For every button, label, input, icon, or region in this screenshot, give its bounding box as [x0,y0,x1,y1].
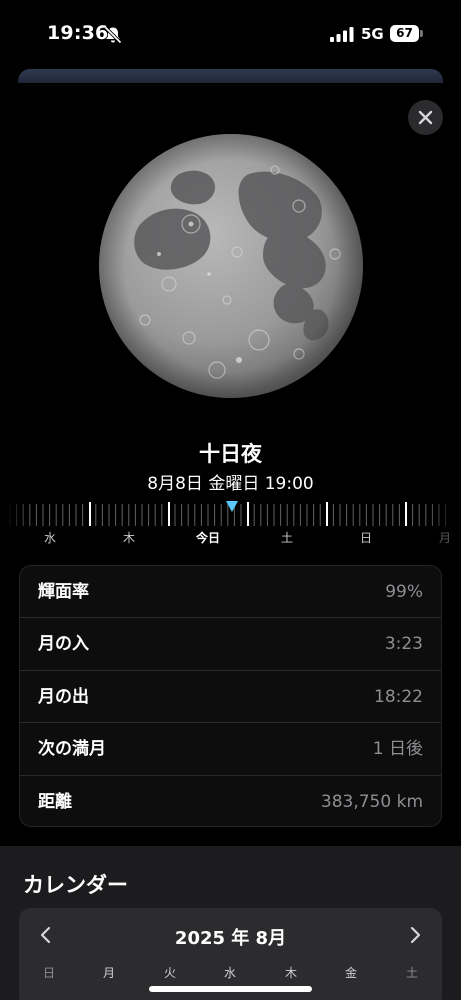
info-row-moonrise: 月の出 18:22 [20,671,441,724]
weekday-label: 水 [223,966,236,980]
calendar-month-title: 2025 年 8月 [174,928,287,949]
distance-label: 距離 [38,791,72,812]
battery-icon: 67 [390,25,423,42]
bell-slash-icon [104,26,122,44]
chevron-right-icon[interactable] [408,926,422,944]
status-bar: 19:36 5G 67 [0,0,461,66]
battery-level: 67 [390,25,419,42]
moon-image [99,134,363,398]
info-row-next-full-moon: 次の満月 1 日後 [20,723,441,776]
info-row-moonset: 月の入 3:23 [20,618,441,671]
moonset-value: 3:23 [384,634,423,655]
illumination-value: 99% [385,582,423,602]
status-time: 19:36 [47,22,109,44]
moonrise-value: 18:22 [374,686,423,707]
weekday-label: 木 [284,966,297,980]
moonset-label: 月の入 [38,634,89,655]
weekday-label: 土 [405,966,418,980]
timeline-day-4[interactable]: 日 [346,529,386,546]
home-indicator [149,986,312,992]
weekday-label: 金 [344,966,357,980]
timeline-day-1[interactable]: 木 [109,529,149,546]
timeline-day-3[interactable]: 土 [267,529,307,546]
battery-tip [420,30,423,37]
moon-info-card: 輝面率 99% 月の入 3:23 月の出 18:22 次の満月 1 日後 距離 … [19,565,442,827]
network-type: 5G [361,25,384,43]
close-icon [418,110,433,125]
timeline-marker-icon[interactable] [225,500,239,514]
next-full-moon-value: 1 日後 [372,739,423,760]
timeline-day-2[interactable]: 今日 [188,529,228,546]
close-button[interactable] [408,100,443,135]
next-full-moon-label: 次の満月 [38,739,106,760]
timeline-day-5[interactable]: 月 [425,529,461,546]
moon-phase-name: 十日夜 [199,442,262,466]
illumination-label: 輝面率 [38,582,89,602]
weekday-label: 火 [163,966,176,980]
info-row-distance: 距離 383,750 km [20,776,441,828]
calendar-heading: カレンダー [23,873,128,897]
info-row-illumination: 輝面率 99% [20,566,441,619]
weekday-label: 月 [102,966,115,980]
timeline-day-0[interactable]: 水 [30,529,70,546]
calendar-section: カレンダー 2025 年 8月 日 月 火 水 木 金 土 [0,846,461,1000]
weekday-label: 日 [42,966,55,980]
distance-value: 383,750 km [320,791,423,812]
signal-icon [330,27,354,42]
moonrise-label: 月の出 [38,686,89,707]
moon-datetime: 8月8日 金曜日 19:00 [147,474,314,494]
